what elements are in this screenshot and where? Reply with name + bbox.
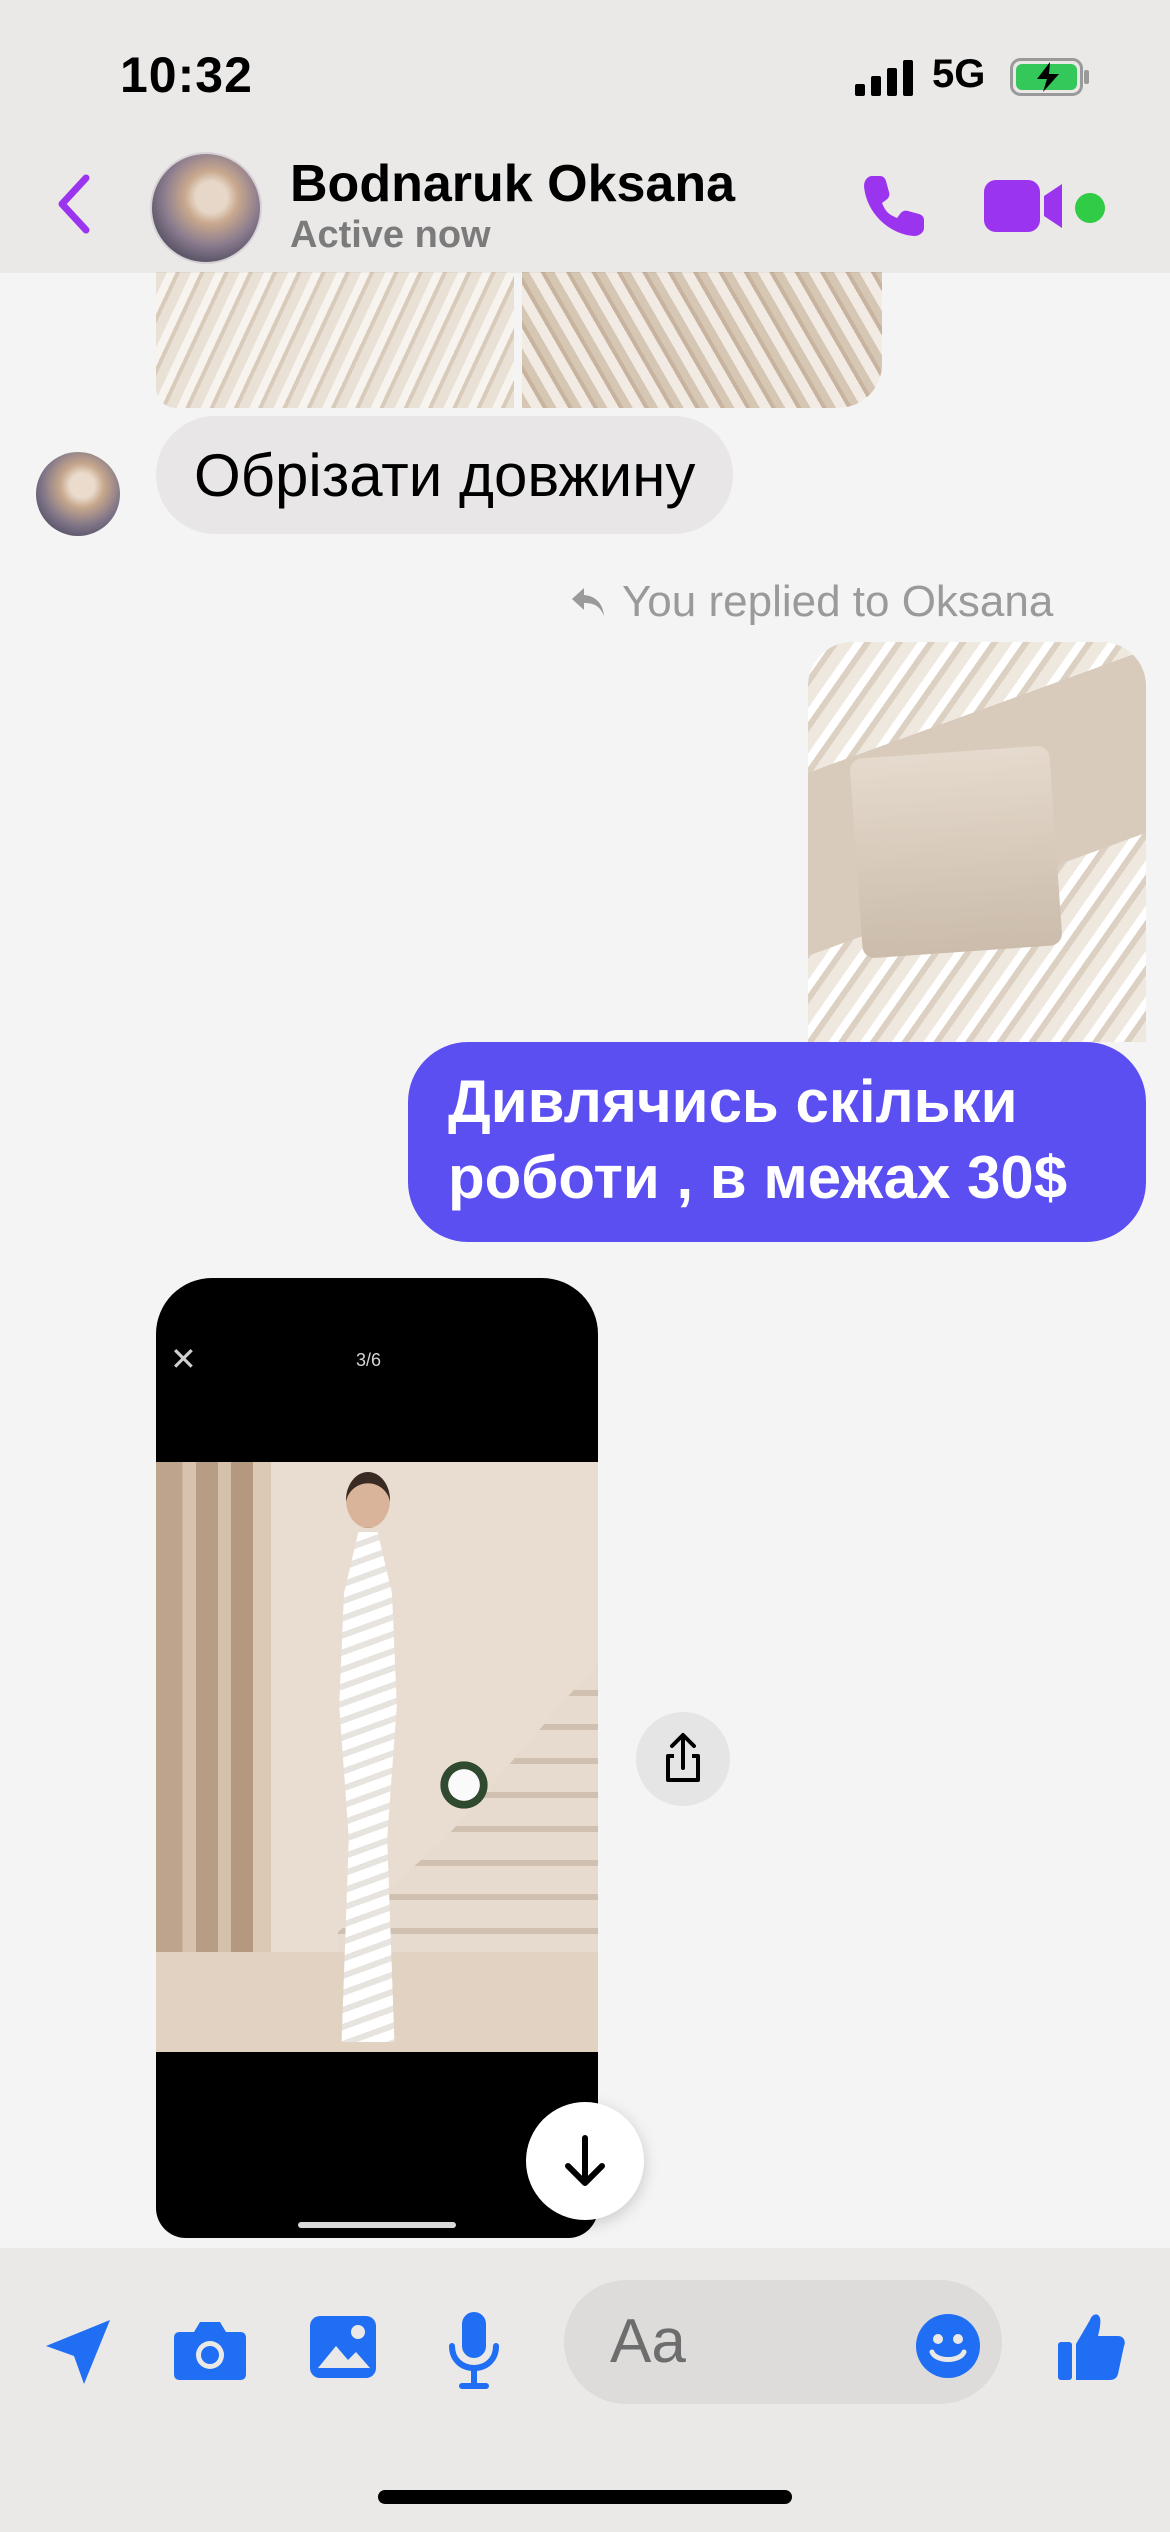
cellular-signal-icon [855, 58, 913, 96]
status-time: 10:32 [120, 47, 253, 103]
microphone-icon[interactable] [446, 2310, 502, 2390]
phone-call-icon[interactable] [858, 170, 930, 242]
bouquet [434, 1760, 494, 1810]
back-chevron-icon[interactable] [54, 172, 94, 236]
scroll-to-bottom-button[interactable] [526, 2102, 644, 2220]
sender-avatar[interactable] [36, 452, 120, 536]
message-input-placeholder: Aa [610, 2307, 686, 2376]
contact-avatar[interactable] [150, 152, 262, 264]
contact-name[interactable]: Bodnaruk Oksana [290, 154, 735, 214]
header-bar: 10:32 5G Bodnaruk Oksana Active now [0, 0, 1170, 272]
camera-icon[interactable] [172, 2318, 248, 2382]
reply-label: You replied to Oksana [622, 577, 1054, 626]
outgoing-message-line: роботи , в межах 30$ [448, 1144, 1068, 1211]
dress-photo [156, 1462, 598, 2052]
attachment-photo[interactable] [522, 272, 882, 408]
arrow-down-icon [565, 2135, 605, 2186]
image-counter: 3/6 [356, 1350, 382, 1370]
close-icon: ✕ [170, 1341, 197, 1377]
online-indicator [1075, 193, 1105, 223]
home-indicator [378, 2490, 792, 2504]
reply-context: You replied to Oksana [568, 572, 1053, 632]
fabric-detail [849, 745, 1063, 959]
screenshot-home-indicator [298, 2222, 456, 2228]
model-head [346, 1472, 390, 1528]
gallery-icon[interactable] [308, 2314, 378, 2380]
battery-charging-icon [1010, 58, 1089, 96]
attachment-photo[interactable] [156, 272, 514, 408]
thumbs-up-icon[interactable] [1056, 2310, 1128, 2382]
network-type: 5G [932, 52, 986, 96]
incoming-message-bubble[interactable]: Обрізати довжину [156, 416, 734, 534]
outgoing-message-bubble[interactable]: Дивлячись скільки роботи , в межах 30$ [408, 1042, 1146, 1242]
outgoing-photo[interactable] [808, 642, 1146, 1042]
send-location-icon[interactable] [40, 2314, 116, 2390]
reply-arrow-icon [572, 588, 604, 616]
video-call-icon[interactable] [984, 178, 1064, 234]
contact-status: Active now [290, 214, 491, 256]
share-button[interactable] [636, 1712, 730, 1806]
emoji-icon[interactable] [914, 2312, 982, 2380]
share-icon [666, 1733, 700, 1782]
outgoing-message-line: Дивлячись скільки [448, 1068, 1018, 1135]
